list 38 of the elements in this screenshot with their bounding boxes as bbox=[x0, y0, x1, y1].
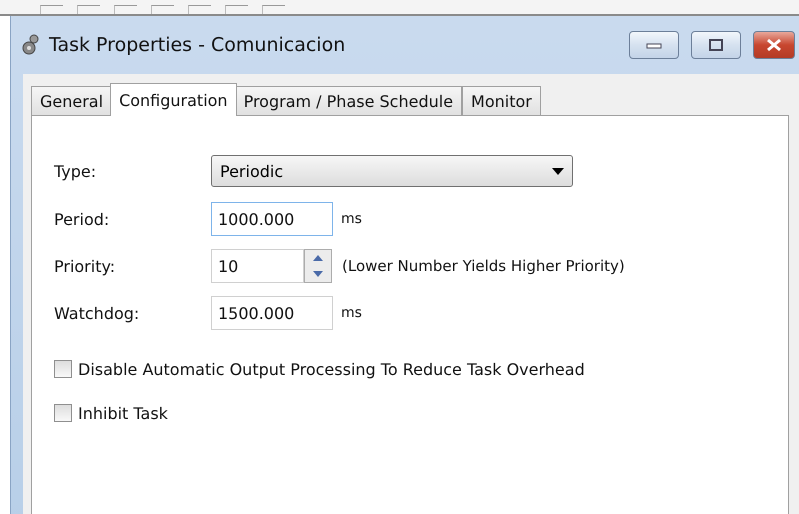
tab[interactable]: General bbox=[31, 86, 112, 115]
toolbar-icon[interactable] bbox=[188, 5, 211, 14]
toolbar-icon[interactable] bbox=[114, 5, 137, 14]
unit-label: ms bbox=[341, 305, 362, 321]
up-arrow-icon bbox=[313, 255, 323, 261]
spinner-buttons[interactable] bbox=[304, 249, 332, 283]
checkbox[interactable] bbox=[54, 404, 72, 422]
field-label: Type: bbox=[54, 162, 98, 180]
toolbar-icon[interactable] bbox=[225, 5, 248, 14]
caret-icon bbox=[552, 168, 564, 174]
field-label: Priority: bbox=[54, 256, 116, 276]
minimize-button[interactable] bbox=[629, 31, 679, 59]
window-title: Task Properties - Comunicacion bbox=[49, 34, 346, 56]
input-field[interactable]: 10 bbox=[211, 249, 304, 283]
toolbar-icon[interactable] bbox=[151, 5, 174, 14]
checkbox-label: Inhibit Task bbox=[78, 404, 168, 422]
toolbar-icon[interactable] bbox=[262, 5, 285, 14]
checkbox-label: Disable Automatic Output Processing To Reduce Task Overhead bbox=[78, 360, 585, 378]
field-label: Watchdog: bbox=[54, 304, 140, 322]
minimize-icon bbox=[646, 41, 662, 49]
hint-text: (Lower Number Yields Higher Priority) bbox=[342, 257, 625, 275]
close-icon bbox=[766, 38, 782, 52]
gears-icon bbox=[21, 33, 41, 57]
tab[interactable]: Monitor bbox=[462, 86, 541, 115]
close-button[interactable] bbox=[753, 31, 795, 59]
maximize-button[interactable] bbox=[691, 31, 741, 59]
input-field[interactable]: 1500.000 bbox=[211, 296, 333, 330]
input-field[interactable]: 1000.000 bbox=[211, 202, 333, 236]
type-dropdown[interactable]: Periodic bbox=[211, 155, 573, 187]
tab[interactable]: Configuration bbox=[110, 83, 237, 116]
tab[interactable]: Program / Phase Schedule bbox=[234, 86, 462, 115]
field-label: Period: bbox=[54, 210, 110, 228]
toolbar-icon[interactable] bbox=[77, 5, 100, 14]
unit-label: ms bbox=[341, 211, 362, 227]
maximize-icon bbox=[708, 38, 724, 52]
down-arrow-icon bbox=[313, 271, 323, 277]
toolbar-icon[interactable] bbox=[40, 5, 63, 14]
checkbox[interactable] bbox=[54, 360, 72, 378]
